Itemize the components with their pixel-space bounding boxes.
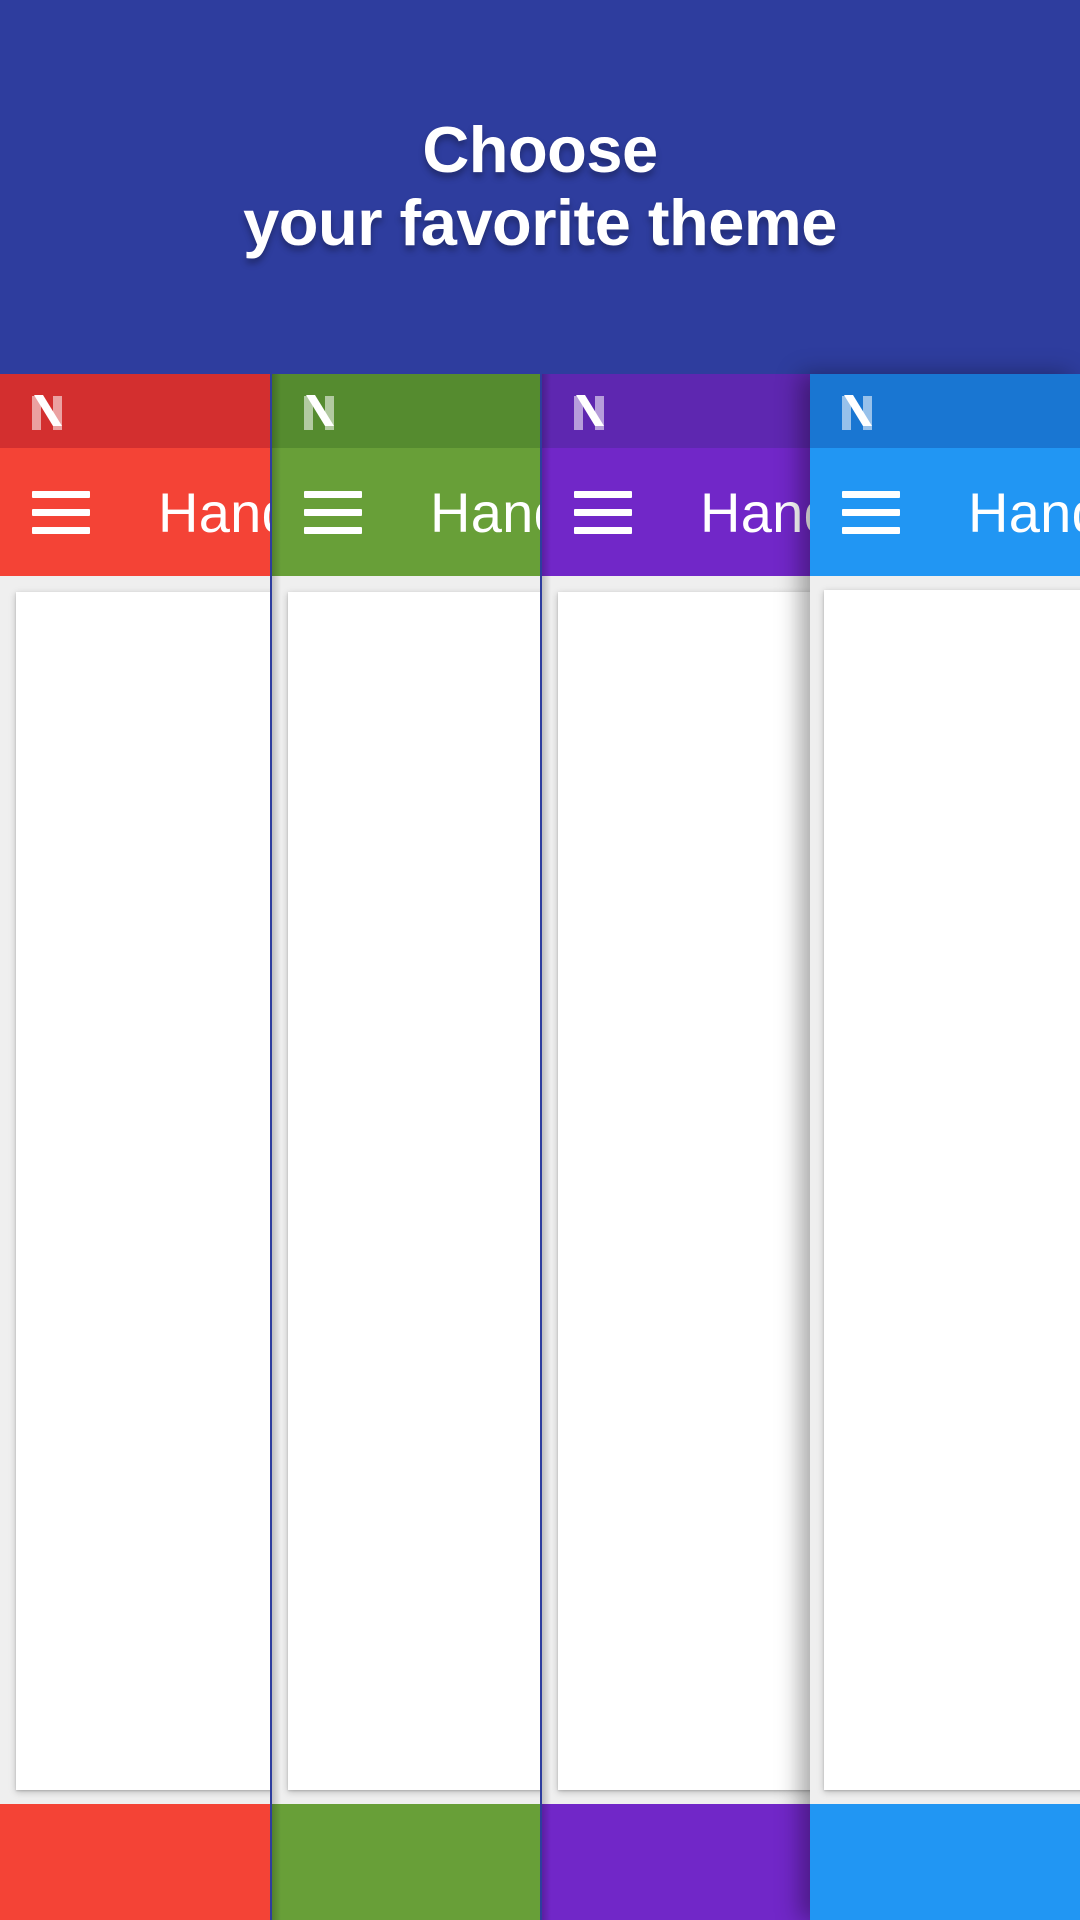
app-bar: Hand: [272, 448, 540, 576]
theme-option-red[interactable]: Hand: [0, 374, 270, 1920]
page-title: Choose your favorite theme: [243, 113, 837, 259]
android-nougat-n-logo: [26, 392, 68, 434]
status-bar: [272, 374, 540, 448]
content-area: [272, 576, 540, 1804]
content-area: [542, 576, 810, 1804]
bottom-bar: [272, 1804, 540, 1920]
theme-picker-carousel[interactable]: Hand Hand Hand Hand: [0, 374, 1080, 1920]
theme-option-green[interactable]: Hand: [272, 374, 540, 1920]
theme-preview-blue: Hand: [810, 374, 1080, 1920]
hamburger-menu-icon[interactable]: [32, 483, 90, 541]
theme-preview-green: Hand: [272, 374, 540, 1920]
android-nougat-n-logo: [836, 392, 878, 434]
app-bar-title: Hand: [430, 480, 540, 544]
android-nougat-n-logo: [298, 392, 340, 434]
app-bar: Hand: [810, 448, 1080, 576]
header-banner: Choose your favorite theme: [0, 0, 1080, 374]
hamburger-menu-icon[interactable]: [842, 483, 900, 541]
theme-preview-purple: Hand: [542, 374, 810, 1920]
app-bar: Hand: [542, 448, 810, 576]
theme-preview-red: Hand: [0, 374, 270, 1920]
status-bar: [0, 374, 270, 448]
theme-option-blue[interactable]: Hand: [810, 374, 1080, 1920]
bottom-bar: [0, 1804, 270, 1920]
app-bar: Hand: [0, 448, 270, 576]
hamburger-menu-icon[interactable]: [574, 483, 632, 541]
content-card: [16, 592, 270, 1790]
status-bar: [810, 374, 1080, 448]
app-bar-title: Hand: [968, 480, 1080, 544]
content-area: [810, 576, 1080, 1804]
content-card: [288, 592, 540, 1790]
hamburger-menu-icon[interactable]: [304, 483, 362, 541]
android-nougat-n-logo: [568, 392, 610, 434]
bottom-bar: [542, 1804, 810, 1920]
content-card: [558, 592, 810, 1790]
app-bar-title: Hand: [158, 480, 270, 544]
content-area: [0, 576, 270, 1804]
app-bar-title: Hand: [700, 480, 810, 544]
status-bar: [542, 374, 810, 448]
bottom-bar: [810, 1804, 1080, 1920]
content-card: [824, 590, 1080, 1790]
theme-option-purple[interactable]: Hand: [542, 374, 810, 1920]
